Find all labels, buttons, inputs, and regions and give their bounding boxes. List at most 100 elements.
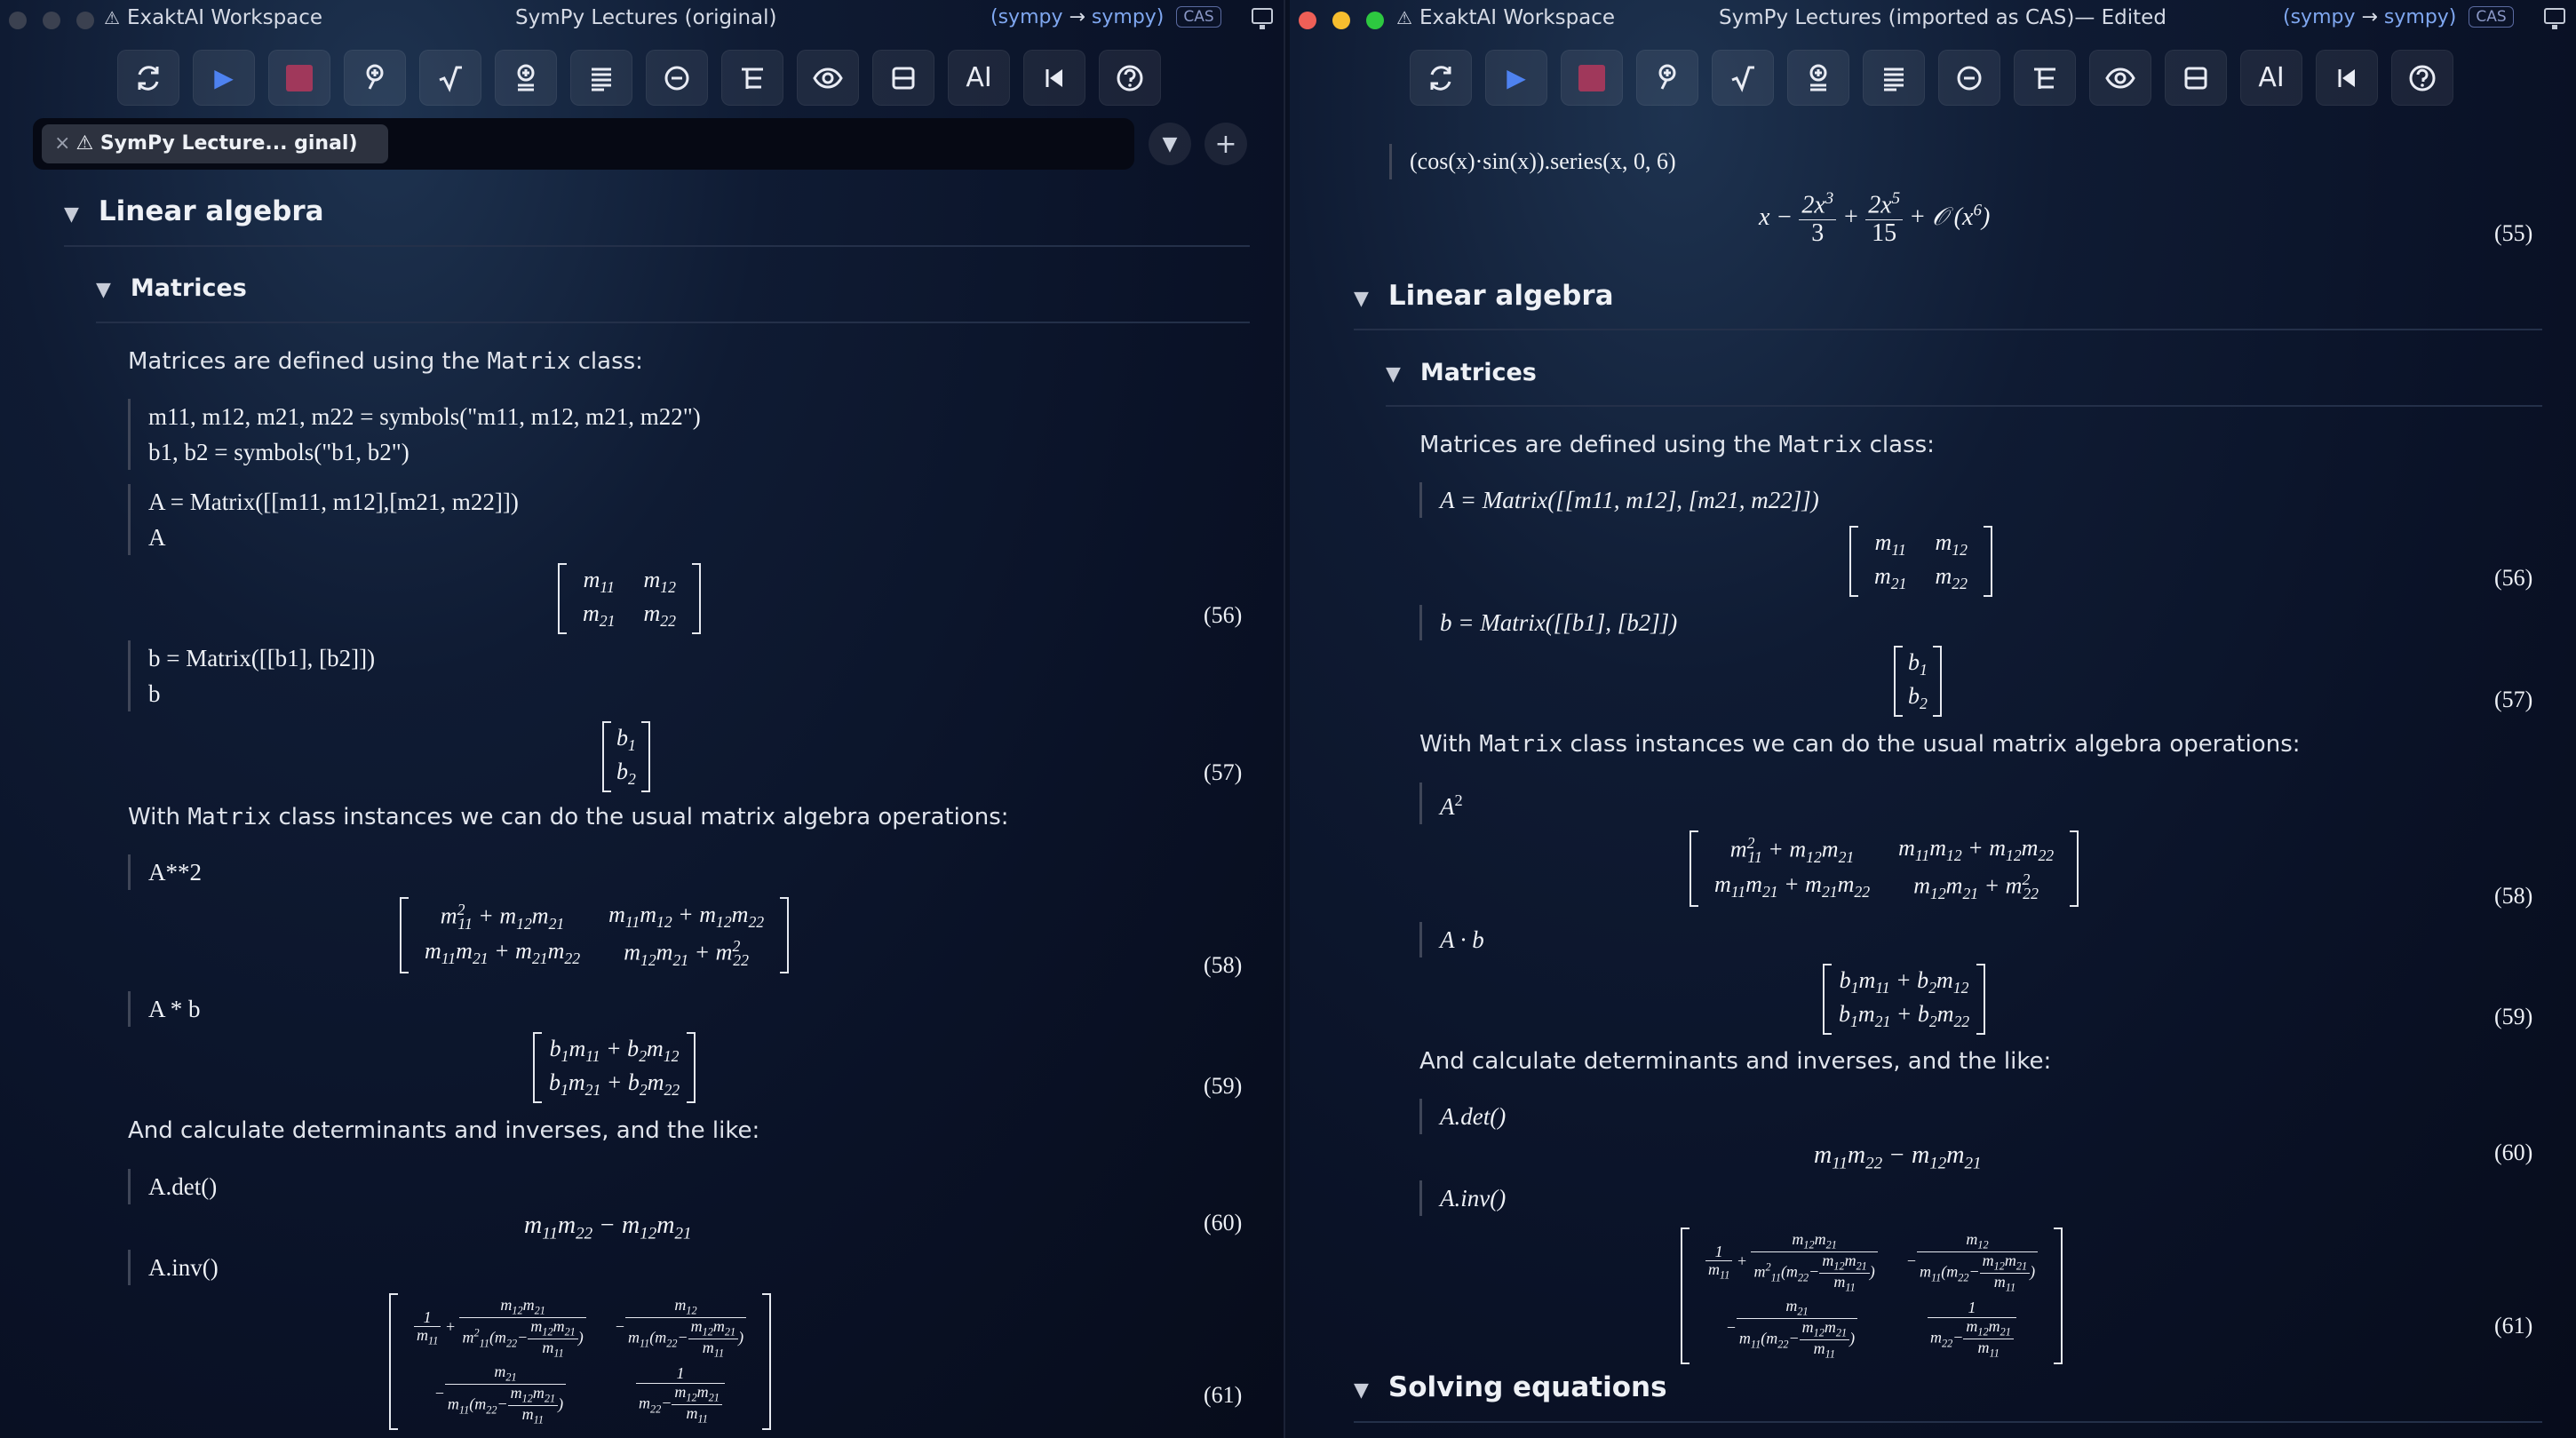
section-linear-algebra[interactable]: ▼ Linear algebra bbox=[1354, 280, 1614, 312]
minimize-dot[interactable] bbox=[1332, 12, 1350, 29]
run-button[interactable]: ▶ bbox=[193, 50, 255, 106]
section-solving-equations[interactable]: ▼ Solving equations bbox=[1354, 1371, 1667, 1403]
code-cell[interactable]: A = Matrix([[m11, m12], [m21, m22]]) bbox=[1419, 482, 1819, 518]
tab-logo-icon: ⚠ bbox=[76, 132, 100, 155]
matrix-output: m11 m12 m21 m22 bbox=[558, 563, 701, 640]
code-cell[interactable]: A.det() bbox=[1419, 1099, 1506, 1134]
paragraph: And calculate determinants and inverses,… bbox=[128, 1117, 760, 1144]
run-button[interactable]: ▶ bbox=[1485, 50, 1547, 106]
zoom-dot[interactable] bbox=[1366, 12, 1384, 29]
paragraph: And calculate determinants and inverses,… bbox=[1419, 1048, 2052, 1075]
code-cell[interactable]: A.inv() bbox=[128, 1250, 219, 1285]
insert-math-button[interactable] bbox=[495, 50, 557, 106]
equation-number: (60) bbox=[2494, 1140, 2533, 1165]
equation-number: (56) bbox=[2494, 565, 2533, 591]
restart-icon bbox=[138, 65, 159, 91]
split-button[interactable] bbox=[2165, 50, 2227, 106]
preview-button[interactable] bbox=[2089, 50, 2151, 106]
outline-button[interactable] bbox=[2014, 50, 2076, 106]
equation-number: (57) bbox=[1204, 759, 1243, 785]
vector-output: b1 b2 bbox=[602, 721, 650, 798]
split-button[interactable] bbox=[872, 50, 934, 106]
subsection-matrices[interactable]: ▼ Matrices bbox=[96, 274, 247, 302]
stop-button[interactable] bbox=[1561, 50, 1623, 106]
close-dot[interactable] bbox=[1299, 12, 1316, 29]
restart-button[interactable] bbox=[1410, 50, 1472, 106]
code-cell[interactable]: m11, m12, m21, m22 = symbols("m11, m12, … bbox=[128, 399, 701, 470]
stop-icon bbox=[286, 64, 313, 91]
align-button[interactable] bbox=[570, 50, 632, 106]
minimize-dot[interactable] bbox=[43, 12, 60, 29]
code-cell[interactable]: A**2 bbox=[128, 854, 202, 890]
help-icon bbox=[2409, 65, 2436, 91]
vector-output: b1 b2 bbox=[1894, 646, 1942, 723]
matrix-output: m211 + m12m21 m11m12 + m12m22 m11m21 + m2… bbox=[1690, 830, 2079, 913]
ai-icon: AI bbox=[966, 62, 992, 93]
monitor-icon[interactable] bbox=[2544, 8, 2565, 29]
zoom-dot[interactable] bbox=[76, 12, 94, 29]
equation-number: (57) bbox=[2494, 687, 2533, 712]
align-icon bbox=[1884, 68, 1904, 91]
preview-button[interactable] bbox=[797, 50, 859, 106]
sqrt-icon bbox=[439, 66, 462, 92]
collapse-button[interactable] bbox=[646, 50, 708, 106]
split-icon bbox=[892, 67, 915, 89]
code-cell[interactable]: A.det() bbox=[128, 1169, 217, 1204]
new-tab-button[interactable]: + bbox=[1205, 123, 1247, 165]
code-cell[interactable]: A2 bbox=[1419, 783, 1463, 824]
code-cell[interactable]: A.inv() bbox=[1419, 1180, 1506, 1216]
section-linear-algebra[interactable]: ▼ Linear algebra bbox=[64, 195, 324, 227]
paragraph: With Matrix class instances we can do th… bbox=[1419, 731, 2301, 758]
stop-button[interactable] bbox=[268, 50, 330, 106]
tab-sympy-lectures[interactable]: × ⚠ SymPy Lecture... ginal) bbox=[42, 124, 388, 163]
minus-circle-icon bbox=[1957, 66, 1982, 90]
outline-button[interactable] bbox=[721, 50, 783, 106]
workspace-label: ⚠ ExaktAI Workspace bbox=[1396, 6, 1616, 29]
window-controls bbox=[1299, 12, 1384, 29]
matrix-output: m11 m12 m21 m22 bbox=[1849, 526, 1992, 603]
split-icon bbox=[2184, 67, 2207, 89]
code-cell[interactable]: (cos(x)·sin(x)).series(x, 0, 6) bbox=[1389, 144, 1676, 179]
help-icon bbox=[1117, 65, 1143, 91]
equation-number: (58) bbox=[1204, 952, 1243, 978]
code-cell[interactable]: b = Matrix([[b1], [b2]]) b bbox=[128, 640, 375, 711]
right-window: ⚠ ExaktAI Workspace SymPy Lectures (impor… bbox=[1290, 0, 2576, 1438]
sqrt-button[interactable] bbox=[1712, 50, 1774, 106]
window-title: SymPy Lectures (original) bbox=[515, 6, 777, 29]
kernel-indicator[interactable]: (sympy → sympy) CAS bbox=[990, 6, 1221, 28]
skip-back-button[interactable] bbox=[2316, 50, 2378, 106]
toolbar: ▶ AI bbox=[1410, 50, 2453, 106]
align-button[interactable] bbox=[1863, 50, 1925, 106]
help-button[interactable] bbox=[2391, 50, 2453, 106]
code-cell[interactable]: A * b bbox=[128, 991, 201, 1027]
ai-button[interactable]: AI bbox=[948, 50, 1010, 106]
tab-dropdown-button[interactable]: ▼ bbox=[1149, 123, 1191, 165]
close-dot[interactable] bbox=[9, 12, 27, 29]
collapse-caret-icon: ▼ bbox=[1354, 288, 1369, 310]
equation-number: (58) bbox=[2494, 883, 2533, 909]
equation-number: (59) bbox=[1204, 1073, 1243, 1099]
matrix-output: b1m11 + b2m12 b1m21 + b2m22 bbox=[1823, 964, 1986, 1041]
insert-math-button[interactable] bbox=[1787, 50, 1849, 106]
monitor-icon[interactable] bbox=[1252, 8, 1273, 29]
cas-badge: CAS bbox=[2469, 6, 2514, 28]
code-cell[interactable]: A = Matrix([[m11, m12],[m21, m22]]) A bbox=[128, 484, 519, 555]
help-button[interactable] bbox=[1099, 50, 1161, 106]
collapse-button[interactable] bbox=[1938, 50, 2000, 106]
paragraph: With Matrix class instances we can do th… bbox=[128, 804, 1009, 830]
inspect-button[interactable] bbox=[344, 50, 406, 106]
restart-button[interactable] bbox=[117, 50, 179, 106]
outline-icon bbox=[742, 68, 763, 89]
skip-back-button[interactable] bbox=[1023, 50, 1085, 106]
inspect-button[interactable] bbox=[1636, 50, 1698, 106]
minus-circle-icon bbox=[664, 66, 689, 90]
subsection-matrices[interactable]: ▼ Matrices bbox=[1386, 359, 1537, 386]
window-title: SymPy Lectures (imported as CAS)— Edited bbox=[1719, 6, 2167, 29]
kernel-indicator[interactable]: (sympy → sympy) CAS bbox=[2283, 6, 2514, 28]
ai-icon: AI bbox=[2258, 62, 2285, 93]
code-cell[interactable]: b = Matrix([[b1], [b2]]) bbox=[1419, 605, 1677, 640]
close-tab-icon[interactable]: × bbox=[54, 132, 70, 155]
ai-button[interactable]: AI bbox=[2240, 50, 2302, 106]
code-cell[interactable]: A · b bbox=[1419, 922, 1484, 957]
sqrt-button[interactable] bbox=[419, 50, 481, 106]
